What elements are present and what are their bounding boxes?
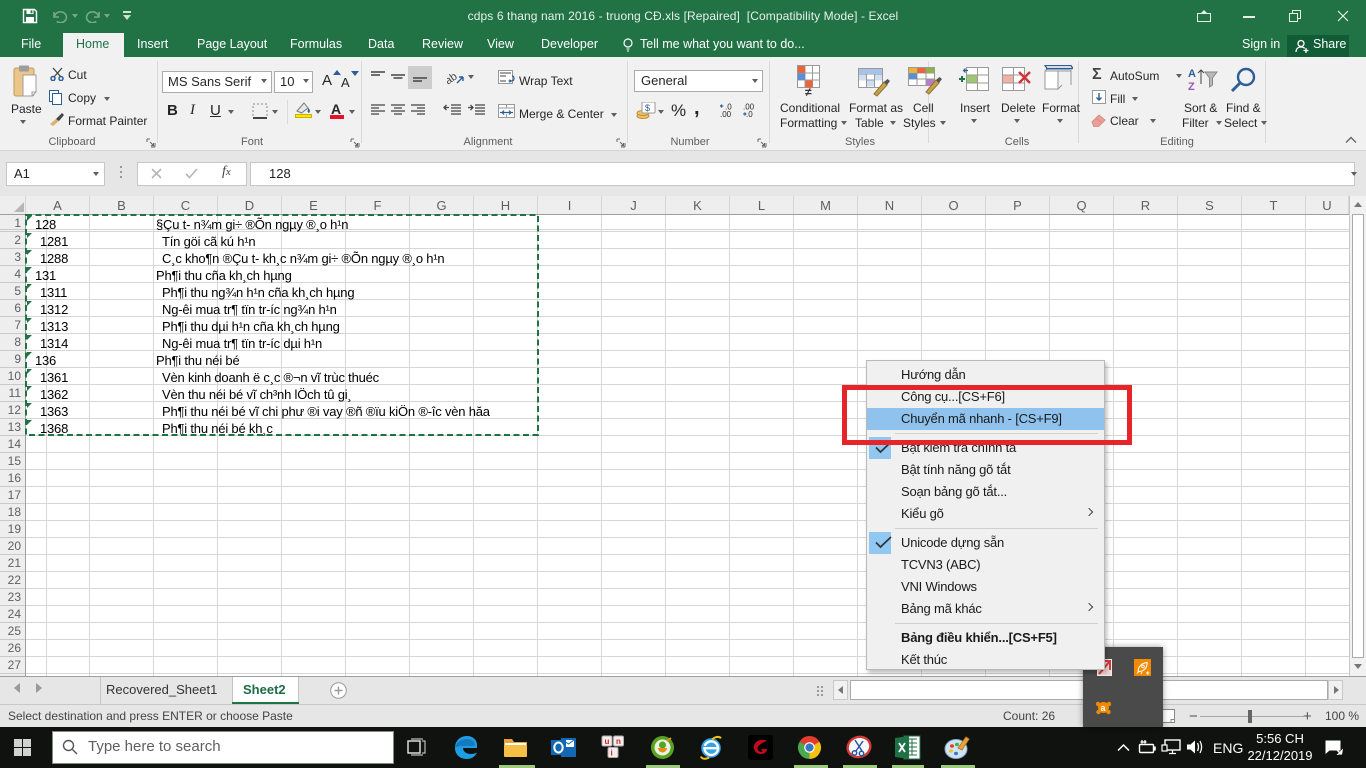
svg-text:≠: ≠	[805, 85, 812, 97]
svg-text:.0: .0	[746, 110, 753, 118]
svg-text:ab: ab	[447, 70, 460, 86]
svg-text:u: u	[605, 737, 610, 746]
svg-text:A: A	[1188, 68, 1196, 80]
svg-text:Z: Z	[1188, 81, 1195, 93]
svg-text:i: i	[611, 749, 613, 758]
svg-text:$: $	[645, 103, 650, 113]
svg-text:.0: .0	[725, 103, 732, 112]
svg-text:n: n	[616, 737, 621, 746]
